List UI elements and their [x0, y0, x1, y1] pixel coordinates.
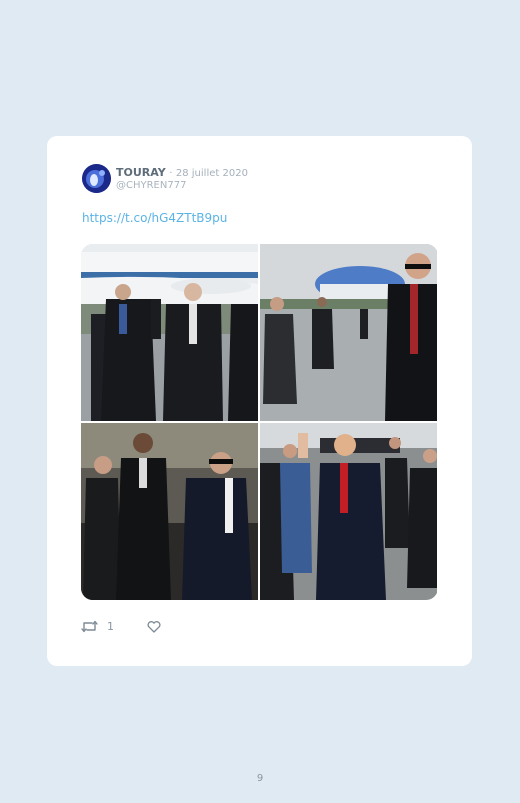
tweet-link[interactable]: https://t.co/hG4ZTtB9pu	[82, 211, 227, 225]
author-handle[interactable]: @CHYREN777	[116, 180, 186, 191]
tweet-photo-1[interactable]	[81, 244, 258, 421]
tweet-media-grid	[81, 244, 438, 600]
tweet-photo-2[interactable]	[260, 244, 437, 421]
separator-dot: ·	[169, 168, 173, 179]
author-line: TOURAY · 28 juillet 2020	[116, 166, 248, 180]
tweet-date[interactable]: 28 juillet 2020	[176, 168, 248, 179]
heart-icon	[147, 620, 161, 633]
tweet-card: TOURAY · 28 juillet 2020 @CHYREN777 http…	[47, 136, 472, 666]
page-number: 9	[256, 773, 264, 784]
tweet-photo-3[interactable]	[81, 423, 258, 600]
retweet-count: 1	[107, 620, 114, 633]
author-name[interactable]: TOURAY	[116, 166, 166, 179]
like-button[interactable]	[147, 620, 161, 633]
retweet-button[interactable]: 1	[81, 620, 147, 633]
author-avatar[interactable]	[82, 164, 111, 193]
tweet-actions: 1	[81, 620, 161, 633]
retweet-icon	[81, 620, 98, 633]
tweet-photo-4[interactable]	[260, 423, 437, 600]
